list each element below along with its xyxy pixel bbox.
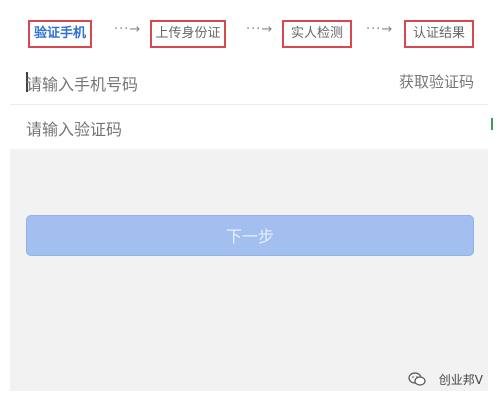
wechat-icon [408,372,426,386]
step-verify-phone: 验证手机 [28,20,92,48]
code-input[interactable] [24,113,328,145]
watermark-text: 创业邦V [438,373,483,387]
step-result: 认证结果 [404,20,474,48]
phone-input[interactable] [24,68,328,100]
phone-row: 获取验证码 [10,62,488,105]
step-separator: ···→ [114,22,142,37]
edge-marker [491,118,493,130]
step-separator: ···→ [246,22,274,37]
code-row [10,105,488,149]
verify-form: 获取验证码 [10,62,488,149]
step-upload-id: 上传身份证 [150,20,226,48]
progress-steps: 验证手机 ···→ 上传身份证 ···→ 实人检测 ···→ 认证结果 [10,0,488,62]
get-code-button[interactable]: 获取验证码 [399,71,474,92]
app-screen: 验证手机 ···→ 上传身份证 ···→ 实人检测 ···→ 认证结果 获取验证… [10,0,488,391]
step-face-check: 实人检测 [282,20,352,48]
next-step-button[interactable]: 下一步 [26,215,474,256]
step-separator: ···→ [366,22,394,37]
